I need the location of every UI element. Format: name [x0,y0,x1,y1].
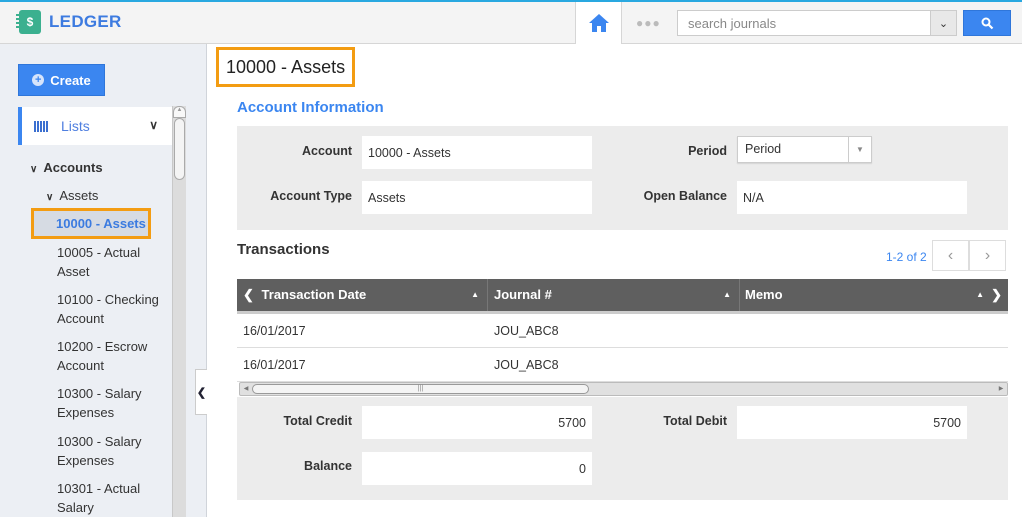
chevron-right-icon: › [984,246,991,264]
chevron-down-icon: ∨ [149,118,158,132]
tree-item-accounts[interactable]: ∨ Accounts [30,158,103,179]
app-logo[interactable]: $ LEDGER [16,10,122,34]
ledger-book-icon: $ [16,10,41,34]
column-header-memo[interactable]: Memo ▲ ❯ [740,279,1008,311]
account-label: Account [302,144,352,158]
tree-item-10100[interactable]: 10100 - Checking Account [57,290,159,328]
balance-field: 0 [362,452,592,485]
tree-item-assets[interactable]: ∨ Assets [46,186,98,207]
column-label: Transaction Date [261,287,367,302]
tree-label: Accounts [43,160,103,175]
chevron-down-icon: ∨ [30,164,38,175]
tree-item-10300-b[interactable]: 10300 - Salary Expenses [57,432,142,470]
sort-asc-icon[interactable]: ▲ [471,279,479,311]
total-credit-label: Total Credit [283,414,352,428]
column-label: Memo [745,287,783,302]
tree-label: 10300 - Salary [57,386,142,401]
period-label: Period [688,144,727,158]
app-name: LEDGER [49,12,122,31]
period-value: Period [745,142,782,156]
create-button[interactable]: + Create [18,64,105,96]
transactions-table-header: ❮ Transaction Date ▲ Journal # ▲ Memo ▲ … [237,279,1008,314]
tree-label: Salary [57,500,94,515]
tree-item-10005[interactable]: 10005 - Actual Asset [57,243,140,281]
sidebar: + Create Lists ∨ ∨ Accounts ∨ Assets 10000… [0,44,207,517]
total-debit-field: 5700 [737,406,967,439]
chevron-down-icon: ∨ [46,192,54,203]
home-button[interactable] [575,2,622,44]
account-field: 10000 - Assets [362,136,592,169]
tree-label: 10200 - Escrow [57,339,148,354]
account-info-title: Account Information [237,99,384,116]
lists-dropdown[interactable]: Lists ∨ [18,107,172,145]
transactions-title: Transactions [237,241,330,258]
scrollbar-thumb[interactable] [174,118,185,180]
grid-table-icon [34,120,49,132]
sort-asc-icon[interactable]: ▲ [976,279,984,311]
column-label: Journal # [494,287,552,302]
search-icon [981,17,993,29]
scrollbar-thumb[interactable]: ||| [252,384,589,394]
account-type-label: Account Type [270,189,352,203]
more-dots-icon[interactable]: ●●● [636,16,661,30]
column-header-transaction-date[interactable]: ❮ Transaction Date ▲ [237,279,488,311]
tree-item-10200[interactable]: 10200 - Escrow Account [57,337,147,375]
scroll-right-arrow-icon[interactable]: ▶ [995,383,1007,395]
top-bar: $ LEDGER ●●● ⌄ [0,0,1022,44]
table-row[interactable]: 16/01/2017 JOU_ABC8 [237,314,1008,348]
tree-label: 10301 - Actual [57,481,141,496]
next-page-button[interactable]: › [969,240,1006,271]
scroll-right-icon[interactable]: ❯ [991,279,1002,311]
lists-label: Lists [61,118,90,134]
collapse-sidebar-button[interactable]: ❮ [195,369,207,415]
chevron-left-icon: ‹ [947,246,954,264]
sort-asc-icon[interactable]: ▲ [723,279,731,311]
open-balance-label: Open Balance [643,189,727,203]
prev-page-button[interactable]: ‹ [932,240,969,271]
cell-journal: JOU_ABC8 [494,324,559,338]
total-credit-field: 5700 [362,406,592,439]
tree-label: Expenses [57,405,115,420]
create-label: Create [50,72,91,88]
table-horizontal-scrollbar[interactable]: ◀ ||| ▶ [239,382,1008,396]
scroll-up-arrow-icon[interactable]: ▲ [173,106,186,118]
tree-label: Account [57,358,104,373]
chevron-left-icon: ❮ [196,386,207,399]
search-dropdown-button[interactable]: ⌄ [930,11,956,35]
search-button[interactable] [963,10,1011,36]
tree-label: Account [57,311,104,326]
total-debit-label: Total Debit [663,414,727,428]
cell-journal: JOU_ABC8 [494,358,559,372]
home-icon [588,14,609,32]
balance-label: Balance [304,459,352,473]
chevron-down-icon: ⌄ [938,17,949,30]
plus-circle-icon: + [32,74,45,86]
scroll-left-arrow-icon[interactable]: ◀ [240,383,252,395]
tree-item-10300[interactable]: 10300 - Salary Expenses [57,384,142,422]
tree-label: 10005 - Actual [57,245,141,260]
page-title: 10000 - Assets [216,47,355,87]
account-type-field: Assets [362,181,592,214]
search-box: ⌄ [677,10,957,36]
cell-date: 16/01/2017 [243,324,306,338]
table-row[interactable]: 16/01/2017 JOU_ABC8 [237,348,1008,382]
open-balance-field: N/A [737,181,967,214]
period-select[interactable]: Period ▼ [737,136,872,163]
tree-label: Asset [57,264,90,279]
tree-label: 10000 - Assets [56,216,146,231]
tree-label: Assets [59,188,99,203]
account-info-panel [237,126,1008,230]
tree-item-10301[interactable]: 10301 - Actual Salary [57,479,140,517]
scroll-left-icon[interactable]: ❮ [243,287,254,302]
sidebar-scrollbar[interactable]: ▲ [172,106,186,517]
tree-item-10000-assets[interactable]: 10000 - Assets [31,208,151,239]
column-header-journal[interactable]: Journal # ▲ [488,279,740,311]
tree-label: 10100 - Checking [57,292,159,307]
cell-date: 16/01/2017 [243,358,306,372]
tree-label: Expenses [57,453,115,468]
dropdown-arrow-icon: ▼ [848,137,871,162]
search-input[interactable] [678,11,930,35]
tree-label: 10300 - Salary [57,434,142,449]
pager-count: 1-2 of 2 [886,250,927,264]
